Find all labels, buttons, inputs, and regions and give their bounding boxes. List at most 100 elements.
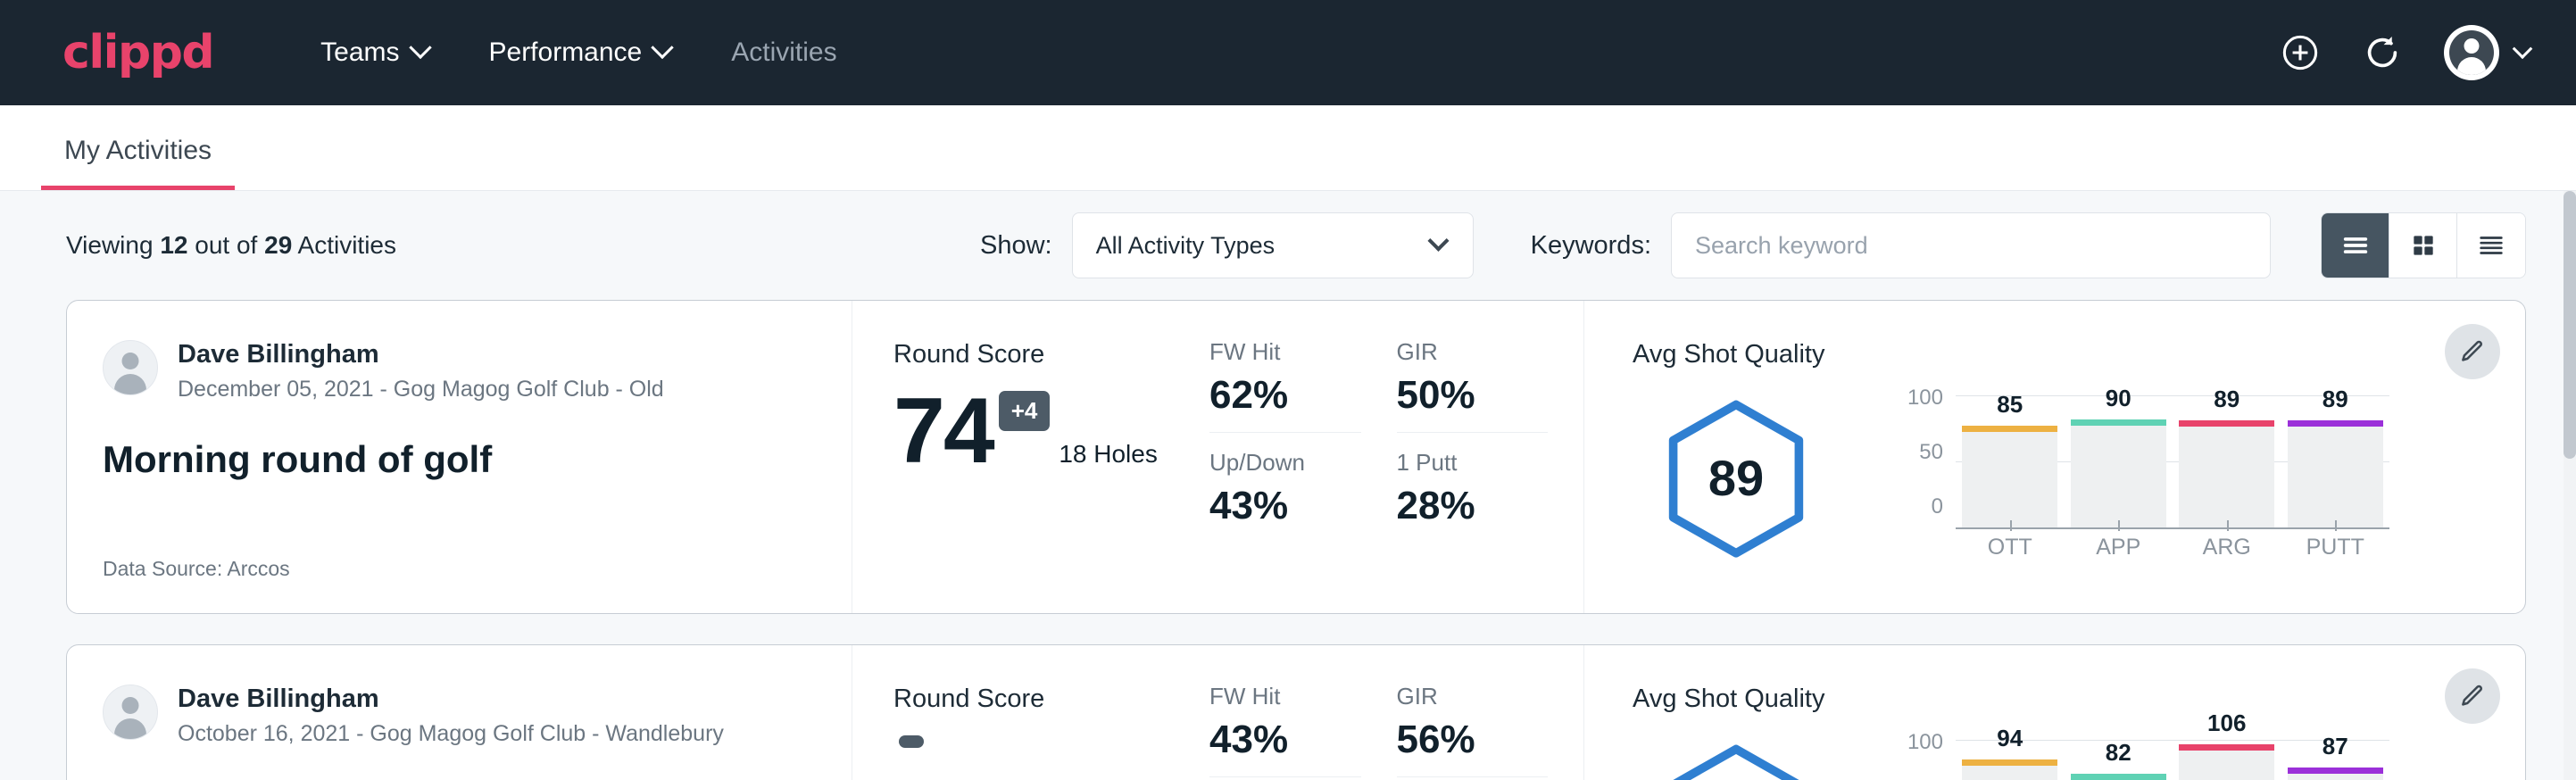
activity-meta: December 05, 2021 - Gog Magog Golf Club … xyxy=(178,377,664,402)
bar-value-label: 82 xyxy=(2071,739,2166,767)
header-actions xyxy=(2280,25,2530,80)
avg-shot-quality-body: 100 50 0 94 xyxy=(1633,719,2418,780)
nav-item-activities[interactable]: Activities xyxy=(701,27,867,79)
activity-data-source: Data Source: Arccos xyxy=(103,557,816,581)
activity-person: Dave Billingham December 05, 2021 - Gog … xyxy=(103,340,816,402)
stat-value: 56% xyxy=(1397,718,1549,762)
bar-value-label: 90 xyxy=(2071,385,2166,412)
edit-activity-button[interactable] xyxy=(2445,324,2500,379)
round-score-label: Round Score xyxy=(893,685,1209,714)
stat-value: 43% xyxy=(1209,718,1361,762)
quality-score-value: 89 xyxy=(1708,449,1764,507)
x-tick-arg: ARG xyxy=(2179,535,2274,560)
y-tick-50: 50 xyxy=(1919,440,1943,465)
round-score-value-row xyxy=(893,732,1209,748)
primary-nav: Teams Performance Activities xyxy=(290,27,867,79)
stat-fw-hit: FW Hit 43% xyxy=(1209,683,1361,777)
page-scrollbar[interactable] xyxy=(2564,191,2576,780)
y-tick-0: 0 xyxy=(1932,494,1943,519)
shot-quality-bar-chart: 100 50 0 94 xyxy=(1890,740,2389,780)
bar-slot-putt: 89 xyxy=(2288,395,2383,527)
activity-meta: October 16, 2021 - Gog Magog Golf Club -… xyxy=(178,721,724,747)
pencil-icon xyxy=(2459,338,2486,365)
viewing-count: 12 xyxy=(160,231,187,259)
viewing-total: 29 xyxy=(264,231,292,259)
stat-label: Up/Down xyxy=(1209,449,1361,477)
activity-card[interactable]: Dave Billingham December 05, 2021 - Gog … xyxy=(66,300,2526,614)
avg-shot-quality-label: Avg Shot Quality xyxy=(1633,685,2418,714)
add-icon[interactable] xyxy=(2280,32,2321,73)
round-score-section: Round Score 74 +4 18 Holes xyxy=(852,301,1209,613)
bar-app xyxy=(2071,419,2166,527)
round-score-value-row: 74 +4 18 Holes xyxy=(893,387,1209,476)
stat-label: FW Hit xyxy=(1209,338,1361,366)
stat-label: GIR xyxy=(1397,338,1549,366)
round-stats-grid: FW Hit 62% GIR 50% Up/Down 43% 1 Putt 28… xyxy=(1209,301,1584,613)
bar-value-label: 89 xyxy=(2288,386,2383,413)
person-name: Dave Billingham xyxy=(178,340,664,369)
hexagon-icon xyxy=(1665,743,1807,780)
refresh-icon[interactable] xyxy=(2362,32,2403,73)
avatar xyxy=(103,340,158,395)
search-input[interactable] xyxy=(1671,212,2271,278)
grid-view-button[interactable] xyxy=(2389,213,2457,278)
bar-ott xyxy=(1962,759,2057,780)
avatar xyxy=(2444,25,2499,80)
activity-card[interactable]: Dave Billingham October 16, 2021 - Gog M… xyxy=(66,644,2526,780)
bar-value-label: 106 xyxy=(2179,709,2274,737)
chevron-down-icon xyxy=(409,37,431,59)
top-navigation-bar: clippd Teams Performance Activities xyxy=(0,0,2576,105)
bar-putt xyxy=(2288,420,2383,527)
viewing-mid: out of xyxy=(195,231,257,259)
stat-value: 50% xyxy=(1397,373,1549,418)
activity-identity: Dave Billingham December 05, 2021 - Gog … xyxy=(67,301,852,613)
score-to-par-badge xyxy=(899,735,924,748)
nav-item-activities-label: Activities xyxy=(731,37,836,68)
stat-value: 43% xyxy=(1209,484,1361,528)
tab-my-activities[interactable]: My Activities xyxy=(41,136,235,190)
bar-slot-arg: 106 xyxy=(2179,740,2274,780)
quality-hexagon: 89 xyxy=(1665,399,1807,558)
activity-type-select-value: All Activity Types xyxy=(1096,232,1276,260)
y-tick-100: 100 xyxy=(1907,386,1943,411)
bar-slot-app: 90 xyxy=(2071,395,2166,527)
bar-slot-ott: 85 xyxy=(1962,395,2057,527)
avatar xyxy=(103,685,158,740)
activity-type-select[interactable]: All Activity Types xyxy=(1072,212,1474,278)
stat-gir: GIR 56% xyxy=(1397,683,1549,777)
activity-identity: Dave Billingham October 16, 2021 - Gog M… xyxy=(67,645,852,780)
avg-shot-quality-section: Avg Shot Quality 89 100 50 0 xyxy=(1584,301,2525,613)
round-score-value: 74 xyxy=(893,387,993,476)
viewing-prefix: Viewing xyxy=(66,231,154,259)
bar-value-label: 85 xyxy=(1962,391,2057,419)
activity-person: Dave Billingham October 16, 2021 - Gog M… xyxy=(103,685,816,747)
score-to-par-badge: +4 xyxy=(999,391,1051,431)
y-tick-100: 100 xyxy=(1907,730,1943,755)
person-name: Dave Billingham xyxy=(178,685,724,714)
bar-slot-putt: 87 xyxy=(2288,740,2383,780)
chart-plot-area: 94 82 106 xyxy=(1956,740,2389,780)
chart-bars: 94 82 106 xyxy=(1956,740,2389,780)
edit-activity-button[interactable] xyxy=(2445,668,2500,724)
scrollbar-thumb[interactable] xyxy=(2564,191,2576,459)
avg-shot-quality-section: Avg Shot Quality 100 50 0 xyxy=(1584,645,2525,780)
user-menu[interactable] xyxy=(2444,25,2530,80)
nav-item-teams[interactable]: Teams xyxy=(290,27,458,79)
activity-list: Dave Billingham December 05, 2021 - Gog … xyxy=(0,300,2576,780)
keywords-group: Keywords: xyxy=(1531,212,2271,278)
activity-title: Morning round of golf xyxy=(103,438,816,481)
chart-x-axis: OTT APP ARG PUTT xyxy=(1956,535,2389,560)
avatar-person-icon xyxy=(2449,30,2494,75)
toolbar-controls: Show: All Activity Types Keywords: xyxy=(980,212,2526,278)
list-view-button[interactable] xyxy=(2322,213,2389,278)
stat-label: 1 Putt xyxy=(1397,449,1549,477)
chevron-down-icon xyxy=(652,37,674,59)
compact-view-button[interactable] xyxy=(2457,213,2525,278)
x-tick-ott: OTT xyxy=(1962,535,2057,560)
app-logo[interactable]: clippd xyxy=(62,29,213,76)
holes-count: 18 Holes xyxy=(1059,440,1158,476)
stat-label: GIR xyxy=(1397,683,1549,710)
bar-value-label: 87 xyxy=(2288,733,2383,760)
chevron-down-icon xyxy=(2513,38,2533,59)
nav-item-performance[interactable]: Performance xyxy=(459,27,702,79)
